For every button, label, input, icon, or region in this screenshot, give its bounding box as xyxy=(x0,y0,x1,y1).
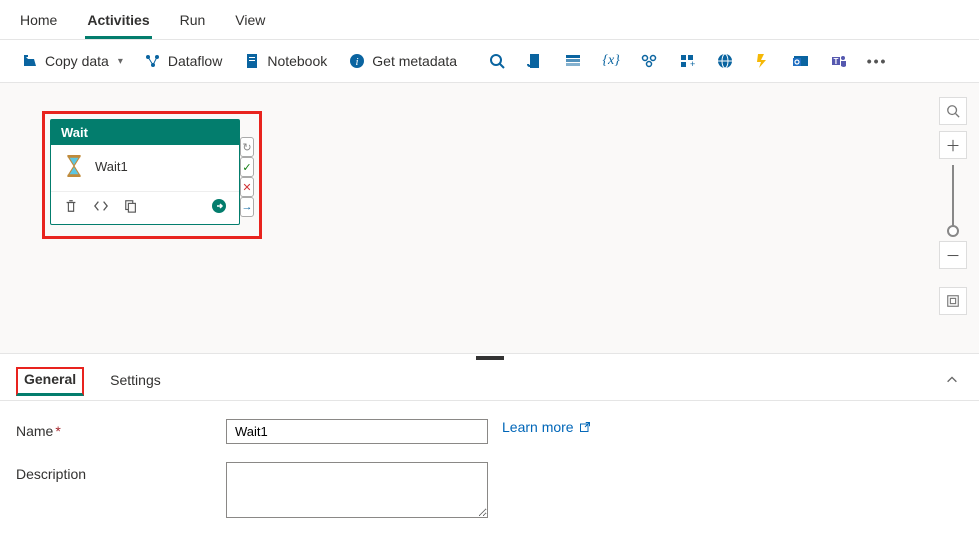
svg-text:i: i xyxy=(356,56,359,68)
dataflow-icon xyxy=(145,53,161,69)
canvas-search-button[interactable] xyxy=(939,97,967,125)
splitter-grip xyxy=(476,356,504,360)
tab-home[interactable]: Home xyxy=(18,8,59,39)
outlook-icon xyxy=(793,53,809,69)
top-level-tabs: Home Activities Run View xyxy=(0,0,979,40)
notebook-label: Notebook xyxy=(267,53,327,69)
set-variable-button[interactable]: {x} xyxy=(595,48,627,74)
get-metadata-label: Get metadata xyxy=(372,53,457,69)
get-metadata-button[interactable]: i Get metadata xyxy=(341,48,465,74)
zoom-controls: ＋ － xyxy=(939,97,967,315)
globe-icon xyxy=(717,53,733,69)
pipeline-canvas[interactable]: Wait Wait1 xyxy=(0,83,979,353)
copy-data-icon xyxy=(22,53,38,69)
wait-activity-card[interactable]: Wait Wait1 xyxy=(50,119,240,225)
tab-run[interactable]: Run xyxy=(178,8,208,39)
more-icon: ••• xyxy=(869,53,885,69)
activities-toolbar: Copy data ▾ Dataflow Notebook i Get meta… xyxy=(0,40,979,83)
svg-text:T: T xyxy=(834,57,839,66)
zoom-out-button[interactable]: － xyxy=(939,241,967,269)
tab-general[interactable]: General xyxy=(16,367,84,396)
tab-activities[interactable]: Activities xyxy=(85,8,151,39)
conn-completion[interactable]: ↻ xyxy=(240,137,254,157)
copy-data-button[interactable]: Copy data ▾ xyxy=(14,48,131,74)
tab-view[interactable]: View xyxy=(233,8,267,39)
code-icon[interactable] xyxy=(93,198,109,214)
chevron-down-icon: ▾ xyxy=(118,56,123,67)
teams-button[interactable]: T xyxy=(823,48,855,74)
activity-name: Wait1 xyxy=(95,159,128,174)
append-variable-button[interactable]: + xyxy=(671,48,703,74)
zoom-thumb[interactable] xyxy=(947,225,959,237)
name-input[interactable] xyxy=(226,419,488,444)
zoom-in-button[interactable]: ＋ xyxy=(939,131,967,159)
description-input[interactable] xyxy=(226,462,488,518)
learn-more-link[interactable]: Learn more xyxy=(502,419,591,435)
description-label: Description xyxy=(16,462,226,482)
properties-tabs: General Settings xyxy=(0,361,979,401)
zoom-slider[interactable] xyxy=(952,165,954,235)
function-icon xyxy=(755,53,771,69)
tab-settings[interactable]: Settings xyxy=(104,368,167,396)
teams-icon: T xyxy=(831,53,847,69)
external-link-icon xyxy=(579,421,591,433)
collapse-pane-button[interactable] xyxy=(941,369,963,394)
delete-icon[interactable] xyxy=(63,198,79,214)
append-icon: + xyxy=(679,53,695,69)
table-icon xyxy=(565,53,581,69)
dataflow-button[interactable]: Dataflow xyxy=(137,48,230,74)
notebook-icon xyxy=(244,53,260,69)
notebook-button[interactable]: Notebook xyxy=(236,48,335,74)
copy-data-label: Copy data xyxy=(45,53,109,69)
script-icon xyxy=(527,53,543,69)
name-label: Name* xyxy=(16,419,226,439)
dataflow-label: Dataflow xyxy=(168,53,222,69)
pane-splitter[interactable] xyxy=(0,353,979,361)
stored-proc-button[interactable] xyxy=(557,48,589,74)
run-icon[interactable] xyxy=(211,198,227,214)
search-icon xyxy=(489,53,505,69)
general-form: Name* Learn more Description xyxy=(0,401,979,554)
activity-type: Wait xyxy=(51,120,239,145)
more-button[interactable]: ••• xyxy=(861,48,893,74)
variable-icon: {x} xyxy=(603,53,619,69)
clone-icon[interactable] xyxy=(123,198,139,214)
fit-screen-button[interactable] xyxy=(939,287,967,315)
conn-success[interactable]: ✓ xyxy=(240,157,254,177)
pipeline-icon xyxy=(641,53,657,69)
activity-connectors: ↻ ✓ ✕ → xyxy=(240,137,256,217)
web-button[interactable] xyxy=(709,48,741,74)
lookup-button[interactable] xyxy=(481,48,513,74)
azure-function-button[interactable] xyxy=(747,48,779,74)
svg-text:+: + xyxy=(690,59,695,69)
hourglass-icon xyxy=(63,155,85,177)
script-button[interactable] xyxy=(519,48,551,74)
conn-fail[interactable]: ✕ xyxy=(240,177,254,197)
info-icon: i xyxy=(349,53,365,69)
outlook-button[interactable] xyxy=(785,48,817,74)
invoke-pipeline-button[interactable] xyxy=(633,48,665,74)
conn-skip[interactable]: → xyxy=(240,197,254,217)
